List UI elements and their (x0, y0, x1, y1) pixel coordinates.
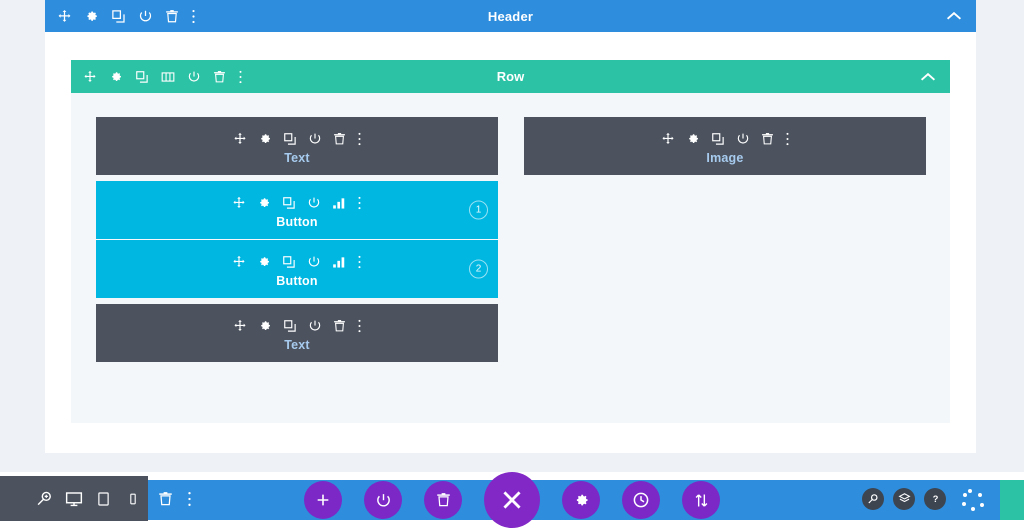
duplicate-icon[interactable] (711, 132, 725, 146)
power-icon[interactable] (308, 132, 322, 146)
column-2: Image (524, 117, 926, 181)
duplicate-icon[interactable] (282, 196, 296, 210)
more-options-icon[interactable] (357, 255, 362, 269)
module-text-2[interactable]: Text (96, 304, 498, 362)
bottom-left-actions (148, 476, 192, 521)
module-label: Button (276, 215, 318, 229)
move-icon[interactable] (232, 196, 246, 210)
help-icon[interactable]: ? (924, 487, 946, 510)
trash-icon[interactable] (333, 132, 346, 146)
responsive-view-panel (0, 476, 148, 521)
row-container: Row Text Button 1 Button 2 Text Image (71, 60, 950, 423)
module-order-badge: 1 (469, 200, 488, 220)
module-button-2[interactable]: Button 2 (96, 240, 498, 298)
trash-icon[interactable] (158, 491, 173, 507)
module-tool-group (96, 252, 498, 272)
stats-icon[interactable] (332, 255, 346, 269)
power-icon[interactable] (307, 255, 321, 269)
chevron-up-icon[interactable] (920, 60, 936, 93)
more-options-icon[interactable] (187, 491, 192, 507)
chevron-up-icon[interactable] (946, 0, 962, 32)
drag-handle-icon[interactable] (949, 476, 994, 521)
section-toolbar: Header (45, 0, 976, 32)
bottom-right-actions: ? (862, 476, 946, 521)
search-icon[interactable] (862, 487, 884, 510)
section-title: Header (487, 8, 534, 24)
module-image-1[interactable]: Image (524, 117, 926, 175)
svg-text:?: ? (932, 494, 938, 504)
column-1: Text Button 1 Button 2 Text (96, 117, 498, 368)
module-order-badge: 2 (469, 259, 488, 279)
accent-edge-right (1000, 480, 1024, 520)
duplicate-icon[interactable] (282, 255, 296, 269)
module-tool-group (96, 129, 498, 149)
portability-button[interactable] (682, 481, 720, 519)
stats-icon[interactable] (332, 196, 346, 210)
row-title: Row (496, 69, 525, 84)
button-module-group: Button 1 Button 2 (96, 181, 498, 298)
add-section-button[interactable] (304, 481, 342, 519)
gear-icon[interactable] (257, 196, 271, 210)
gear-icon[interactable] (258, 132, 272, 146)
gear-icon[interactable] (258, 319, 272, 333)
more-options-icon[interactable] (357, 196, 362, 210)
phone-icon[interactable] (118, 476, 148, 521)
move-icon[interactable] (233, 319, 247, 333)
clear-layout-button[interactable] (424, 481, 462, 519)
module-label: Text (284, 151, 310, 165)
module-tool-group (96, 316, 498, 336)
gear-icon[interactable] (686, 132, 700, 146)
row-toolbar: Row (71, 60, 950, 93)
more-options-icon[interactable] (357, 132, 362, 146)
more-options-icon[interactable] (357, 319, 362, 333)
power-icon[interactable] (308, 319, 322, 333)
tablet-icon[interactable] (89, 476, 119, 521)
settings-button[interactable] (562, 481, 600, 519)
move-icon[interactable] (233, 132, 247, 146)
module-text-1[interactable]: Text (96, 117, 498, 175)
power-icon[interactable] (736, 132, 750, 146)
layers-icon[interactable] (893, 487, 915, 510)
move-icon[interactable] (661, 132, 675, 146)
trash-icon[interactable] (761, 132, 774, 146)
duplicate-icon[interactable] (283, 132, 297, 146)
section-header: Header Row Text Button 1 Button 2 Text I… (45, 0, 976, 453)
module-tool-group (96, 193, 498, 213)
zoom-icon[interactable] (30, 476, 60, 521)
desktop-icon[interactable] (59, 476, 89, 521)
trash-icon[interactable] (333, 319, 346, 333)
more-options-icon[interactable] (785, 132, 790, 146)
close-builder-button[interactable] (484, 472, 540, 528)
builder-screen: Header Row Text Button 1 Button 2 Text I… (0, 0, 1024, 528)
duplicate-icon[interactable] (283, 319, 297, 333)
move-icon[interactable] (232, 255, 246, 269)
history-icon-button[interactable] (622, 481, 660, 519)
page-canvas: Header Row Text Button 1 Button 2 Text I… (0, 0, 1024, 472)
module-label: Button (276, 274, 318, 288)
column-wrapper: Text Button 1 Button 2 Text Image (96, 117, 951, 368)
power-icon[interactable] (307, 196, 321, 210)
gear-icon[interactable] (257, 255, 271, 269)
module-tool-group (524, 129, 926, 149)
module-label: Image (706, 151, 744, 165)
module-button-1[interactable]: Button 1 (96, 181, 498, 239)
disable-builder-button[interactable] (364, 481, 402, 519)
module-label: Text (284, 338, 310, 352)
